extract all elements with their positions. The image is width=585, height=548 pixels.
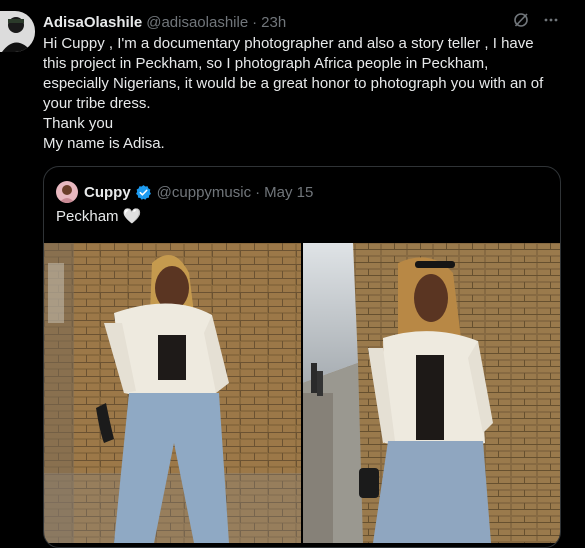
tweet-text: Hi Cuppy , I'm a documentary photographe…	[43, 34, 573, 154]
tweet-line: Thank you	[43, 115, 114, 132]
grok-icon[interactable]	[513, 12, 529, 28]
tweet-line: your tribe dress.	[43, 95, 151, 112]
quoted-time[interactable]: May 15	[264, 184, 313, 201]
author-name[interactable]: AdisaOlashile	[43, 14, 142, 31]
quoted-author-handle[interactable]: @cuppymusic	[157, 184, 251, 201]
photo-right[interactable]	[303, 243, 560, 543]
author-avatar[interactable]	[0, 11, 35, 52]
quoted-author-name[interactable]: Cuppy	[84, 184, 131, 201]
quoted-avatar[interactable]	[56, 181, 78, 203]
verified-badge-icon	[135, 184, 152, 201]
tweet-line: especially Nigerians, it would be a grea…	[43, 75, 544, 92]
quoted-text: Peckham 🤍	[56, 208, 142, 225]
tweet-header: AdisaOlashile @adisaolashile · 23h	[43, 12, 575, 32]
tweet-line: My name is Adisa.	[43, 135, 165, 152]
tweet-line: this project in Peckham, so I photograph…	[43, 55, 489, 72]
more-icon[interactable]	[543, 12, 559, 28]
quoted-header: Cuppy @cuppymusic · May 15	[56, 181, 313, 203]
photo-left[interactable]	[44, 243, 301, 543]
author-handle[interactable]: @adisaolashile	[146, 14, 248, 31]
tweet-line: Hi Cuppy , I'm a documentary photographe…	[43, 35, 534, 52]
separator: ·	[255, 183, 261, 201]
separator: ·	[252, 13, 258, 31]
tweet-actions	[513, 12, 559, 28]
quoted-tweet[interactable]: Cuppy @cuppymusic · May 15 Peckham 🤍	[43, 166, 561, 548]
tweet-time[interactable]: 23h	[261, 14, 286, 31]
